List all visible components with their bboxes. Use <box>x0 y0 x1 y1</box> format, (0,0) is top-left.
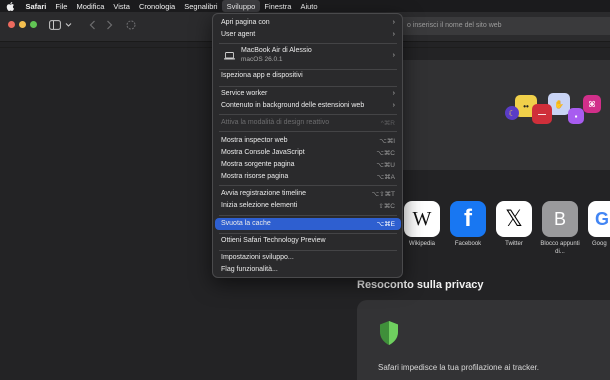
chevron-right-icon: › <box>392 52 395 59</box>
menu-item-user-agent[interactable]: User agent › <box>215 29 401 41</box>
command-icon: ⌘ <box>583 95 601 113</box>
menu-separator <box>219 114 397 115</box>
menu-item-open-page-with[interactable]: Apri pagina con › <box>215 17 401 29</box>
sviluppo-menu: Apri pagina con › User agent › MacBook Air… <box>212 13 403 278</box>
menu-cronologia[interactable]: Cronologia <box>134 0 179 12</box>
favorite-label: Facebook <box>454 241 482 247</box>
favorite-blocco-appunti[interactable]: B <box>542 201 578 237</box>
menu-item-timeline[interactable]: Avvia registrazione timeline ⌥⇧⌘T <box>215 188 401 200</box>
menu-item-responsive-design: Attiva la modalità di design reattivo ^⌘R <box>221 119 395 127</box>
menu-item-inspect-apps[interactable]: Ispeziona app e dispositivi <box>215 70 401 82</box>
favorite-twitter[interactable]: 𝕏 <box>496 201 532 237</box>
menu-item-feature-flags[interactable]: Flag funzionalità... <box>215 264 401 276</box>
favorite-google[interactable]: G <box>588 201 610 237</box>
minimize-window-button[interactable] <box>19 21 26 28</box>
forward-arrow-icon[interactable] <box>106 20 113 30</box>
chevron-right-icon: › <box>392 31 395 38</box>
menu-bar: Safari File Modifica Vista Cronologia Se… <box>0 0 610 12</box>
sidebar-toggle-icon[interactable] <box>49 20 61 30</box>
menu-item-page-source[interactable]: Mostra sorgente pagina ⌥⌘U <box>215 159 401 171</box>
device-name: MacBook Air di Alessio <box>241 47 312 54</box>
bookmark-extension-icon: ▪ <box>568 108 584 124</box>
menu-separator <box>219 233 397 234</box>
menu-sviluppo[interactable]: Sviluppo <box>222 0 260 12</box>
favorite-label: Wikipedia <box>408 241 435 247</box>
facebook-icon: f <box>464 205 472 232</box>
menu-aiuto[interactable]: Aiuto <box>296 0 322 12</box>
menu-item-web-inspector[interactable]: Mostra inspector web ⌥⌘I <box>215 135 401 147</box>
zoom-window-button[interactable] <box>30 21 37 28</box>
menu-segnalibri[interactable]: Segnalibri <box>180 0 222 12</box>
wikipedia-icon: W <box>412 207 432 230</box>
favorite-label: Goog <box>592 241 607 247</box>
menu-safari[interactable]: Safari <box>21 0 51 12</box>
menu-item-device[interactable]: MacBook Air di Alessio macOS 26.0.1 › <box>215 45 401 67</box>
google-icon: G <box>594 208 609 229</box>
shield-icon <box>378 320 400 346</box>
menu-separator <box>219 215 397 216</box>
menu-separator <box>219 86 397 87</box>
back-arrow-icon[interactable] <box>89 20 96 30</box>
moon-icon: ☾ <box>505 106 519 120</box>
menu-separator <box>219 185 397 186</box>
chevron-down-icon[interactable] <box>65 22 72 28</box>
menu-vista[interactable]: Vista <box>109 0 135 12</box>
menu-item-page-resources[interactable]: Mostra risorse pagina ⌥⌘A <box>215 171 401 183</box>
favorite-facebook[interactable]: f <box>450 201 486 237</box>
device-os: macOS 26.0.1 <box>241 56 283 63</box>
menu-item-select-element[interactable]: Inizia selezione elementi ⇧⌘C <box>215 200 401 212</box>
chevron-right-icon: › <box>392 19 395 26</box>
favorite-label: Twitter <box>505 241 523 247</box>
menu-item-service-worker[interactable]: Service worker › <box>215 88 401 100</box>
chevron-right-icon: › <box>392 102 395 109</box>
menu-separator <box>219 43 397 44</box>
menu-item-empty-cache[interactable]: Svuota la cache ⌥⌘E <box>215 218 401 230</box>
favorite-wikipedia[interactable]: W <box>404 201 440 237</box>
privacy-report-title: Resoconto sulla privacy <box>357 279 484 291</box>
stop-block-icon: — <box>532 104 552 124</box>
favorite-label: Blocco appunti di... <box>540 241 580 255</box>
menu-modifica[interactable]: Modifica <box>72 0 109 12</box>
address-placeholder: o inserisci il nome del sito web <box>407 22 502 29</box>
menu-item-technology-preview[interactable]: Ottieni Safari Technology Preview <box>215 235 401 247</box>
extension-puzzle-icon[interactable] <box>126 20 136 30</box>
close-window-button[interactable] <box>8 21 15 28</box>
menu-item-dev-settings[interactable]: Impostazioni sviluppo... <box>215 252 401 264</box>
x-twitter-icon: 𝕏 <box>505 206 523 231</box>
menu-separator <box>219 131 397 132</box>
laptop-icon <box>224 52 235 60</box>
menu-separator <box>219 250 397 251</box>
menu-file[interactable]: File <box>51 0 72 12</box>
menu-finestra[interactable]: Finestra <box>260 0 296 12</box>
menu-item-js-console[interactable]: Mostra Console JavaScript ⌥⌘C <box>215 147 401 159</box>
privacy-report-text: Safari impedisce la tua profilazione ai … <box>378 363 539 372</box>
chevron-right-icon: › <box>392 90 395 97</box>
apple-logo-icon[interactable] <box>6 1 15 11</box>
letter-b-icon: B <box>553 208 566 229</box>
menu-item-background-content[interactable]: Contenuto in background delle estensioni… <box>215 100 401 112</box>
